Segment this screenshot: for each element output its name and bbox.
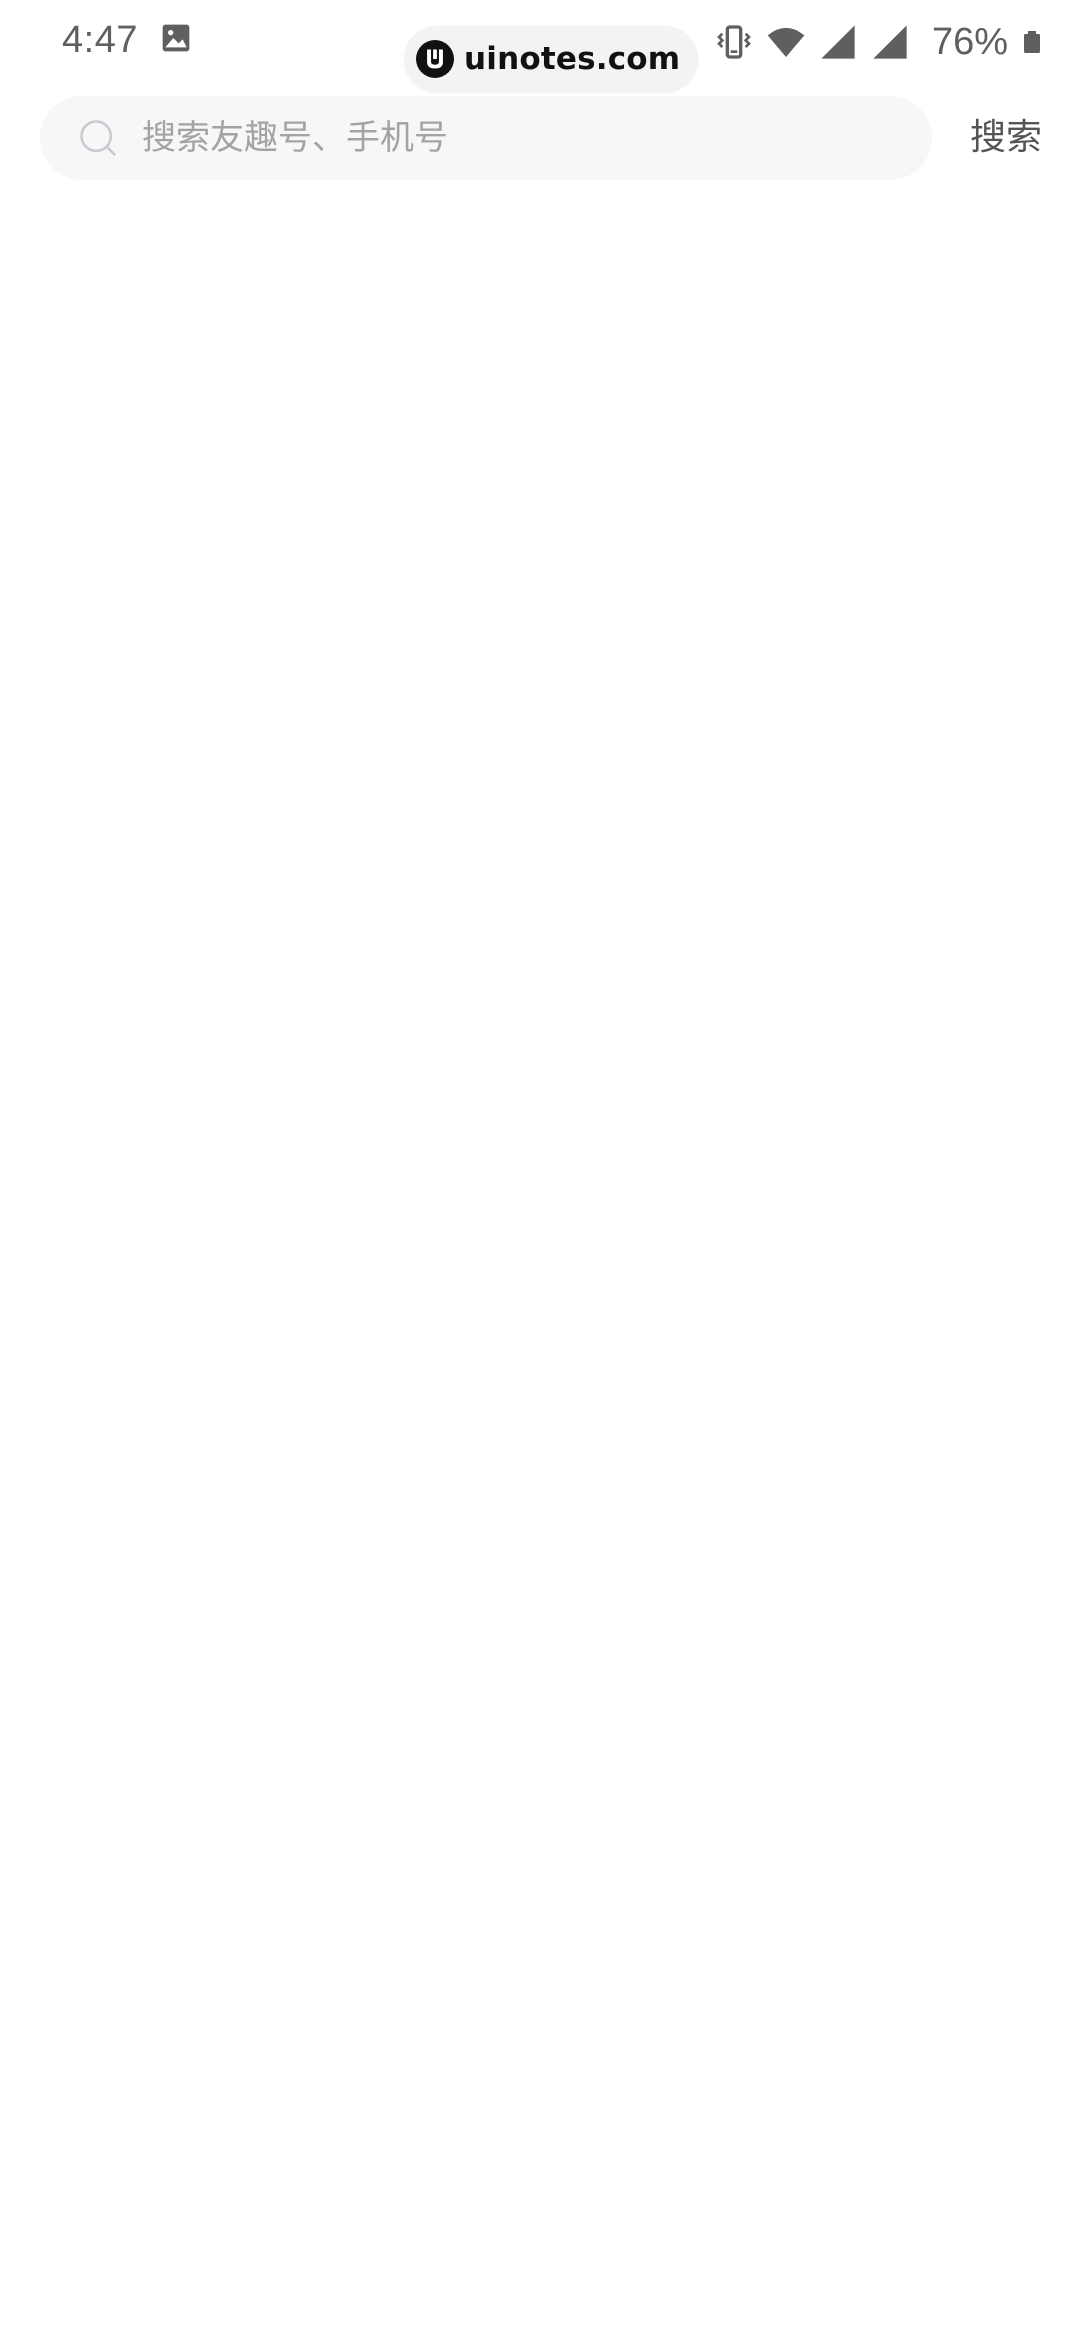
- status-time: 4:47: [62, 19, 138, 61]
- uinotes-logo-icon: [416, 40, 454, 78]
- signal-icon: [821, 25, 855, 59]
- search-input[interactable]: [142, 108, 902, 168]
- search-row: 搜索: [0, 96, 1080, 180]
- image-icon: [162, 24, 190, 52]
- battery-icon: [1024, 31, 1040, 53]
- search-box[interactable]: [40, 96, 932, 180]
- search-button[interactable]: 搜索: [970, 106, 1060, 170]
- status-icons: 76%: [714, 18, 1044, 66]
- vibrate-icon: [717, 25, 751, 59]
- watermark: uinotes.com: [404, 26, 699, 92]
- watermark-text: uinotes.com: [464, 41, 681, 77]
- screen: 4:47 76% uinotes.com 搜索友趣号、手机号 搜索: [0, 0, 1080, 2340]
- wifi-icon: [767, 27, 805, 57]
- search-icon: [80, 120, 116, 156]
- signal-icon: [873, 25, 907, 59]
- battery-percentage: 76%: [931, 21, 1008, 63]
- search-results-area: [0, 200, 1080, 2340]
